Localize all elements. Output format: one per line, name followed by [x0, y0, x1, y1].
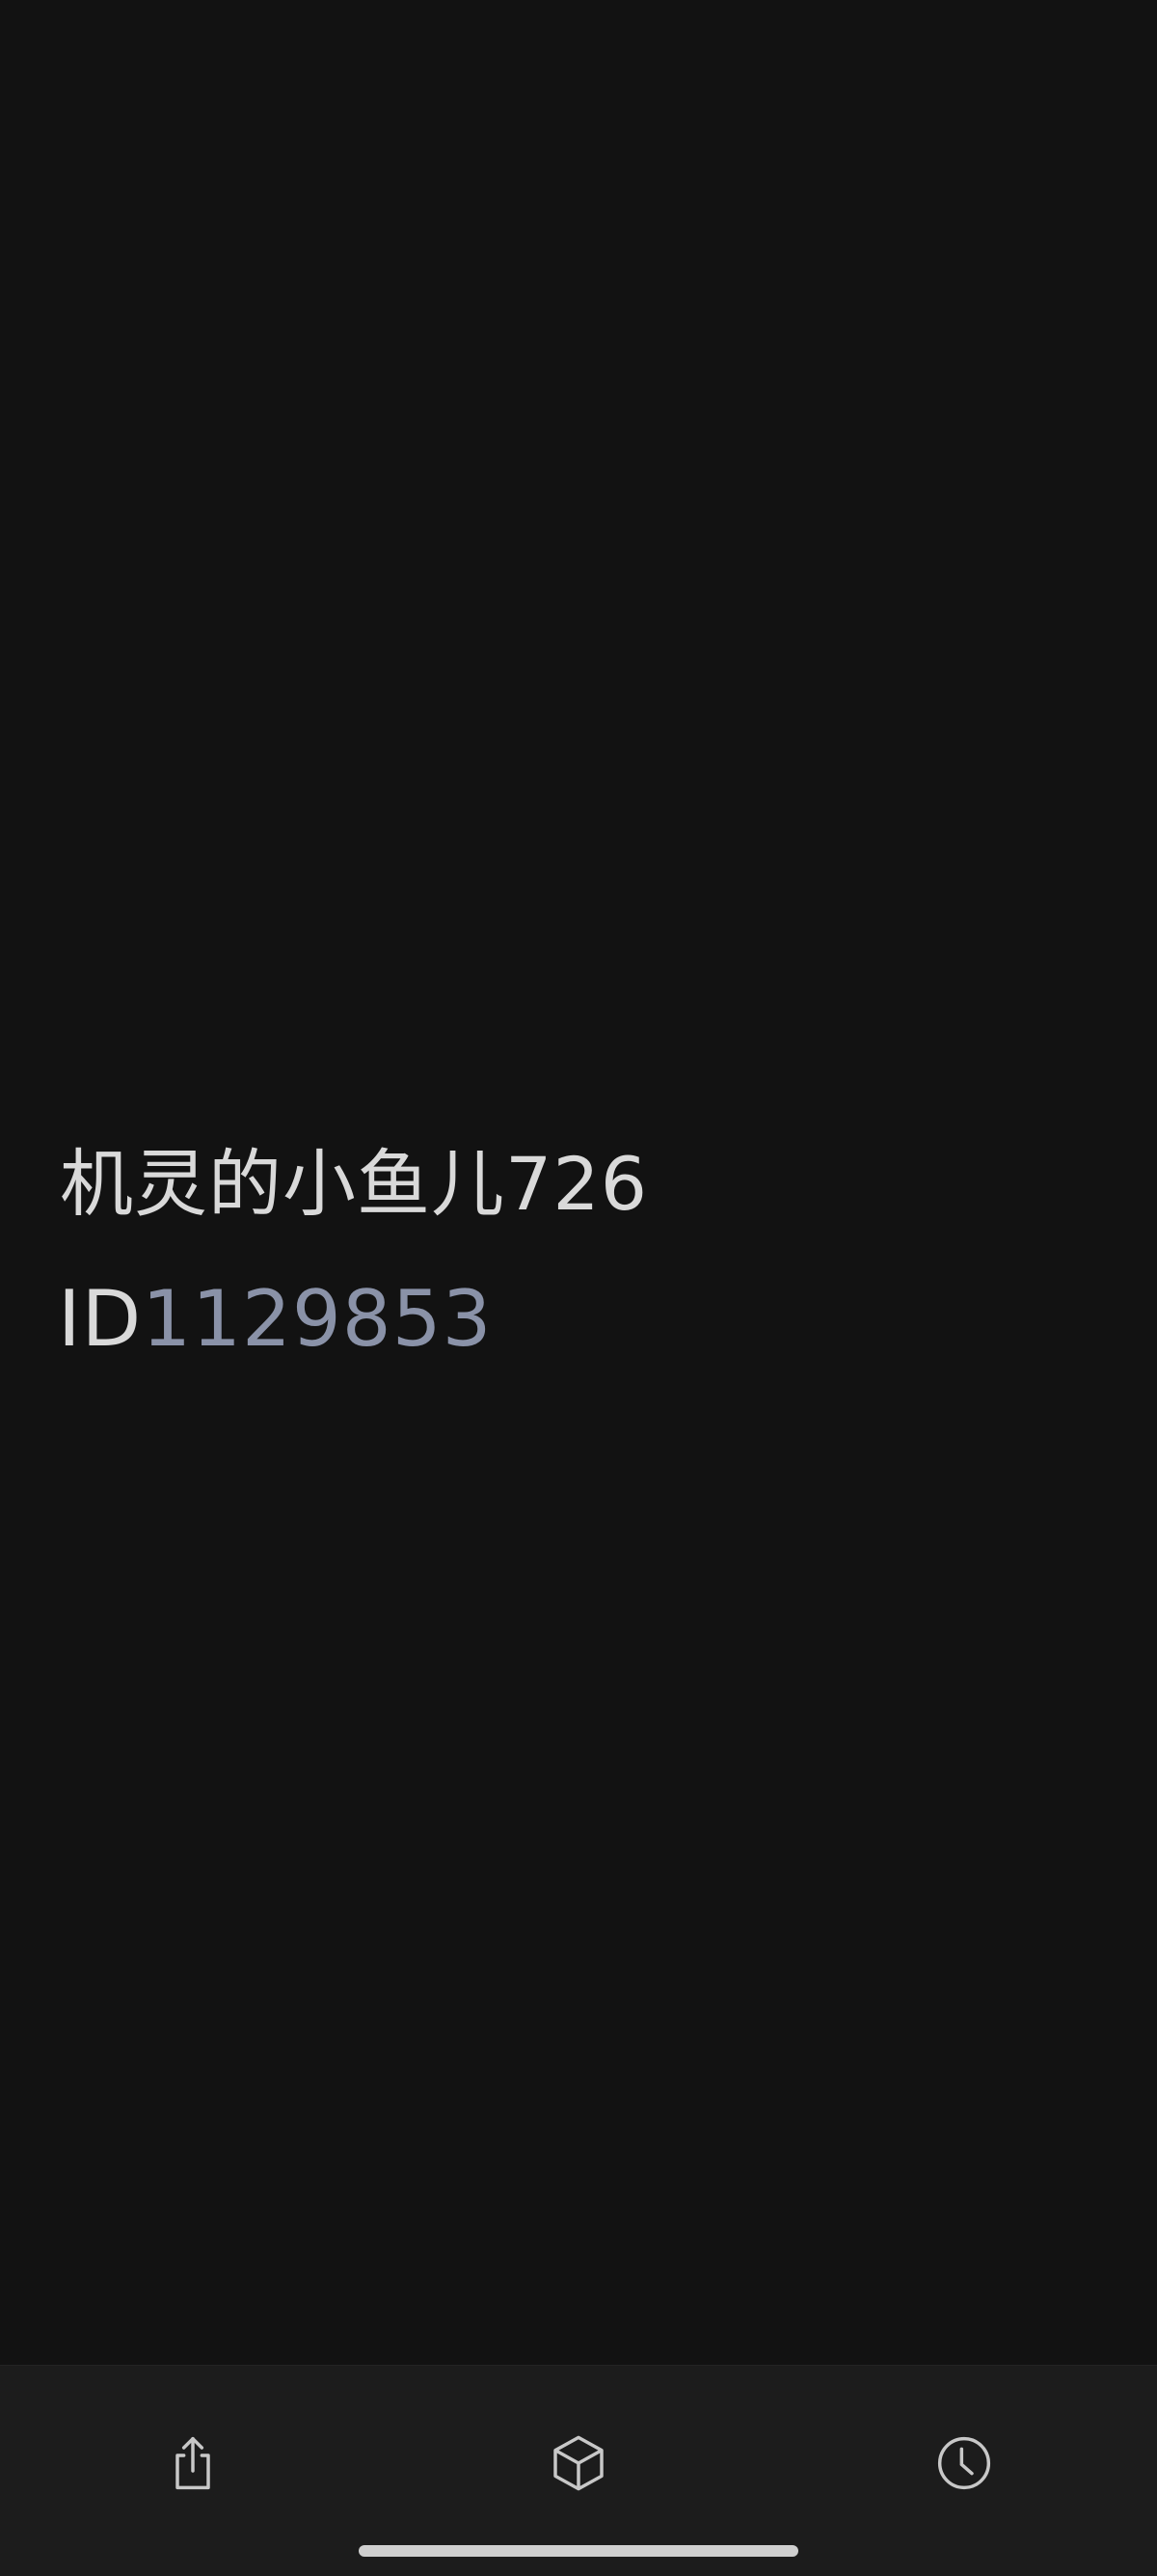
id-number: 1129853 [142, 1274, 493, 1364]
username: 机灵的小鱼儿726 [60, 1141, 649, 1227]
id-prefix: ID [58, 1274, 143, 1364]
share-icon [175, 2436, 210, 2490]
home-indicator[interactable] [359, 2545, 798, 2557]
cube-icon [553, 2435, 604, 2491]
clock-icon [937, 2436, 991, 2490]
main-content: 机灵的小鱼儿726 ID1129853 [0, 0, 1157, 2363]
history-button[interactable] [911, 2410, 1017, 2516]
user-id: ID1129853 [58, 1271, 493, 1368]
share-button[interactable] [140, 2410, 246, 2516]
cube-button[interactable] [525, 2410, 632, 2516]
bottom-nav-bar [0, 2365, 1157, 2576]
